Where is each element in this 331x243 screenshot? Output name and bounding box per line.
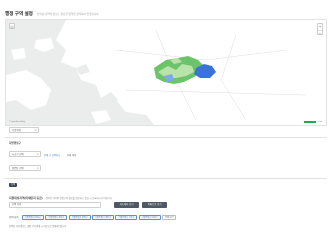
city-select-value: 지방행정 <box>12 129 21 132</box>
region-tag[interactable]: 서울특별시 광진구 <box>92 215 114 220</box>
zoom-out-button[interactable]: − <box>318 30 322 37</box>
dong-select[interactable]: 읍면동 선택 ▾ <box>9 165 41 171</box>
district-select[interactable]: 시군구 선택 ▾ <box>9 151 41 157</box>
select-all-link[interactable]: 전체 구 선택하기 <box>44 153 60 157</box>
chevron-down-icon: ▾ <box>37 167 39 170</box>
info-title: 지원대상지역(미세먼지 등급) <box>9 196 43 200</box>
map-canvas[interactable] <box>6 20 327 126</box>
tags-label: 선택 지역 <box>9 216 19 220</box>
page-subtitle: 선택된 지역의 정보는 필요한 영역을 클릭하여 변경합니다. <box>36 13 100 16</box>
region-tag[interactable]: 서울특별시 강북구 <box>45 215 68 220</box>
region-tag[interactable]: 서울특별시 강동구 <box>21 215 44 220</box>
section-label-district: 지방행정구 <box>9 142 21 145</box>
view-all-tags-button[interactable]: 전체 보기 <box>162 215 177 220</box>
info-description: 선택된 지역의 행정구역 정보를 확인하고 필요 시 등록하시기 바랍니다. <box>45 198 113 200</box>
map-scale: 5 km <box>303 121 322 123</box>
scale-label: 5 km <box>317 121 322 123</box>
selection-chip: 선택 <box>9 183 18 187</box>
chevron-down-icon: ▾ <box>37 153 39 156</box>
locate-icon[interactable]: ◎ <box>9 23 15 29</box>
city-select[interactable]: 지방행정 ▾ <box>9 127 39 133</box>
footnote: 선택한 지역 정보는 행정 구역 변경 시 자동으로 업데이트됩니다. <box>9 226 67 228</box>
clear-all-link[interactable]: 전체 해제 <box>67 153 76 157</box>
selected-tags: 선택 지역 서울특별시 강동구 서울특별시 강북구 서울특별시 관악구 서울특별… <box>9 215 177 220</box>
view-map-button[interactable]: 지도에서 보기 <box>114 202 139 208</box>
map-view[interactable]: + − ◎ © OpenStreetMap 5 km <box>5 19 327 126</box>
info-row: 지원대상지역(미세먼지 등급) 선택된 지역의 행정구역 정보를 확인하고 필요… <box>9 196 113 200</box>
zoom-control: + − <box>317 23 323 37</box>
chevron-down-icon: ▾ <box>35 129 37 132</box>
region-tag[interactable]: 서울특별시 관악구 <box>68 215 91 220</box>
region-tag[interactable]: 서울특별시 금천구 <box>138 215 161 220</box>
divider <box>5 178 327 179</box>
view-list-button[interactable]: 목록으로 보기 <box>142 202 167 208</box>
page-header: 행정 구역 설정 선택된 지역의 정보는 필요한 영역을 클릭하여 변경합니다. <box>5 11 99 17</box>
divider <box>5 137 327 138</box>
region-input[interactable]: 선택 지역 <box>9 202 101 208</box>
dong-select-value: 읍면동 선택 <box>12 167 24 170</box>
scale-bar <box>303 121 316 123</box>
page-title: 행정 구역 설정 <box>5 11 33 16</box>
region-tag[interactable]: 서울특별시 구로구 <box>115 215 138 220</box>
map-credit[interactable]: © OpenStreetMap <box>9 121 25 123</box>
district-select-value: 시군구 선택 <box>12 153 24 156</box>
